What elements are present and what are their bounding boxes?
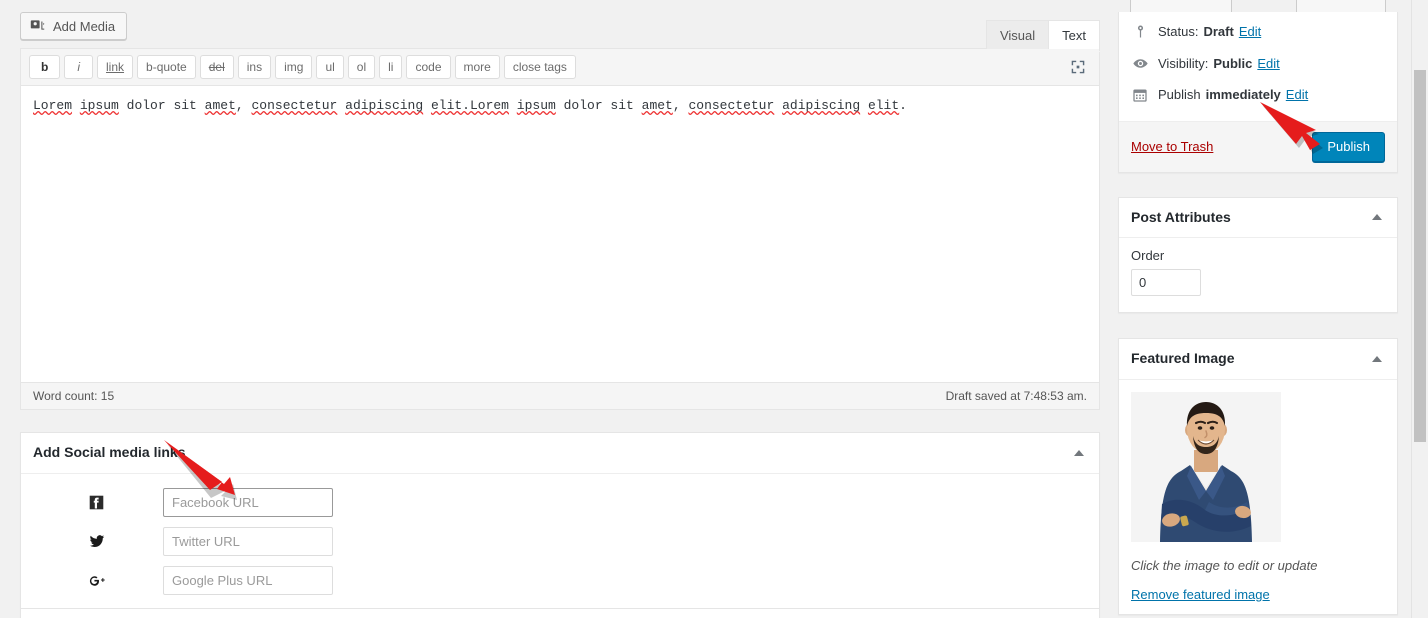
post-content-textarea[interactable]: Lorem ipsum dolor sit amet, consectetur … <box>21 86 1099 382</box>
facebook-url-input[interactable] <box>163 487 333 517</box>
save-draft-button-partial[interactable] <box>1130 0 1232 12</box>
add-media-label: Add Media <box>53 18 116 34</box>
chevron-up-icon-social[interactable] <box>1069 443 1089 463</box>
social-panel-body <box>21 474 1099 618</box>
scrollbar-thumb[interactable] <box>1414 70 1426 442</box>
social-row-google-plus <box>33 565 1087 595</box>
chevron-up-icon-attributes[interactable] <box>1367 207 1387 227</box>
order-input[interactable] <box>1131 269 1201 297</box>
quicktag-del[interactable]: del <box>199 55 234 79</box>
quicktag-ul[interactable]: ul <box>316 55 344 79</box>
quicktag-blockquote[interactable]: b-quote <box>137 55 196 79</box>
post-attributes-panel: Post Attributes Order <box>1118 196 1398 314</box>
preview-button-partial[interactable] <box>1296 0 1386 12</box>
social-panel-header: Add Social media links <box>21 433 1099 474</box>
visibility-value: Public <box>1213 55 1253 71</box>
publish-footer: Move to Trash Publish <box>1119 120 1397 172</box>
chevron-up-icon-featured[interactable] <box>1367 349 1387 369</box>
google-plus-url-input[interactable] <box>163 565 333 595</box>
quicktag-bold[interactable]: b <box>29 55 61 79</box>
media-buttons-row: Add Media <box>20 0 1100 48</box>
calendar-icon <box>1131 86 1149 104</box>
google-plus-icon <box>33 572 163 589</box>
order-label: Order <box>1131 248 1165 264</box>
quicktags-toolbar: b i link b-quote del ins img ul ol li co… <box>21 49 1099 86</box>
publish-status-row: Status: Draft Edit <box>1131 16 1385 48</box>
editor-wrap: Visual Text b i link b-quote del ins img… <box>20 20 1100 410</box>
eye-icon <box>1131 54 1149 72</box>
post-attributes-title: Post Attributes <box>1131 208 1231 225</box>
quicktag-italic[interactable]: i <box>64 55 94 79</box>
editor-status-bar: Word count: 15 Draft saved at 7:48:53 am… <box>21 382 1099 409</box>
social-panel-title: Add Social media links <box>33 444 186 460</box>
wordpress-post-editor: Add Media Visual Text b i link b-quote d… <box>0 0 1428 618</box>
quicktag-more[interactable]: more <box>454 55 500 79</box>
editor-mode-tabs: Visual Text <box>985 19 1100 52</box>
featured-image-caption: Click the image to edit or update <box>1131 557 1318 573</box>
quicktag-close-tags[interactable]: close tags <box>503 55 576 79</box>
quicktag-img[interactable]: img <box>275 55 313 79</box>
schedule-label: Publish <box>1158 87 1201 102</box>
publish-button[interactable]: Publish <box>1312 131 1385 162</box>
quicktag-code[interactable]: code <box>406 55 451 79</box>
twitter-url-input[interactable] <box>163 526 333 556</box>
social-row-twitter <box>33 526 1087 556</box>
publish-rows: Status: Draft Edit Visibility: Public Ed… <box>1119 12 1397 121</box>
visibility-edit-link[interactable]: Edit <box>1257 54 1279 74</box>
status-label: Status: <box>1158 24 1199 39</box>
add-media-button[interactable]: Add Media <box>20 12 128 40</box>
status-value: Draft <box>1203 24 1234 39</box>
pin-icon <box>1131 23 1149 41</box>
status-edit-link[interactable]: Edit <box>1239 22 1261 42</box>
post-attributes-body: Order <box>1119 238 1397 312</box>
tab-visual[interactable]: Visual <box>985 20 1050 52</box>
quicktag-ins[interactable]: ins <box>237 55 272 79</box>
quicktag-li[interactable]: li <box>379 55 403 79</box>
post-attributes-header: Post Attributes <box>1119 198 1397 239</box>
editor-column: Add Media Visual Text b i link b-quote d… <box>20 0 1100 618</box>
publish-actions-row-partial <box>1118 0 1398 12</box>
facebook-icon <box>33 494 163 511</box>
featured-image-thumbnail[interactable] <box>1131 391 1281 542</box>
schedule-edit-link[interactable]: Edit <box>1286 85 1308 105</box>
remove-featured-image-link[interactable]: Remove featured image <box>1131 587 1270 602</box>
sidebar-column: Status: Draft Edit Visibility: Public Ed… <box>1118 0 1398 615</box>
featured-image-panel: Featured Image Click the image to edit o… <box>1118 338 1398 615</box>
visibility-label: Visibility: <box>1158 55 1209 71</box>
next-panel-partial <box>20 608 1100 618</box>
post-content-text: Lorem ipsum dolor sit amet, consectetur … <box>33 98 907 113</box>
word-count: Word count: 15 <box>33 389 115 403</box>
publish-visibility-row: Visibility: Public Edit <box>1131 48 1385 80</box>
featured-image-header: Featured Image <box>1119 339 1397 380</box>
schedule-value: immediately <box>1205 87 1281 102</box>
featured-image-body: Click the image to edit or update Remove… <box>1119 380 1397 614</box>
publish-schedule-row: Publish immediately Edit <box>1131 79 1385 111</box>
move-to-trash-link[interactable]: Move to Trash <box>1131 139 1213 154</box>
twitter-icon <box>33 532 163 550</box>
social-row-facebook <box>33 487 1087 517</box>
editor-box: b i link b-quote del ins img ul ol li co… <box>20 48 1100 410</box>
featured-image-title: Featured Image <box>1131 350 1235 367</box>
draft-saved-status: Draft saved at 7:48:53 am. <box>945 389 1087 403</box>
social-media-links-panel: Add Social media links <box>20 432 1100 618</box>
tab-text[interactable]: Text <box>1048 20 1100 52</box>
publish-panel: Status: Draft Edit Visibility: Public Ed… <box>1118 12 1398 173</box>
fullscreen-icon[interactable] <box>1067 56 1089 78</box>
add-media-icon <box>30 18 46 34</box>
quicktag-ol[interactable]: ol <box>347 55 376 79</box>
page-scrollbar[interactable] <box>1411 0 1428 618</box>
quicktag-link[interactable]: link <box>97 55 134 79</box>
